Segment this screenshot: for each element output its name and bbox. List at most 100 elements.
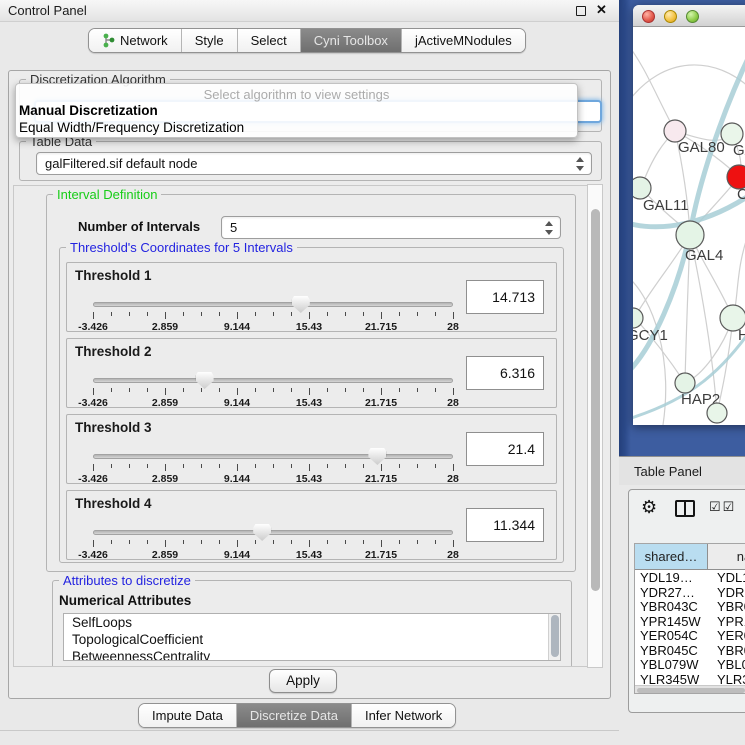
table-row[interactable]: YPR145WYPR1 xyxy=(635,614,745,629)
table-data-combo[interactable]: galFiltered.sif default node xyxy=(36,152,592,175)
threshold-row: Threshold 2 -3.4262.8599.14415.4321.7152… xyxy=(66,338,557,408)
columns-icon[interactable] xyxy=(675,500,695,517)
slider-track[interactable] xyxy=(93,302,453,307)
tab-label: Style xyxy=(195,33,224,48)
tab-infer-network[interactable]: Infer Network xyxy=(352,704,455,727)
numerical-attributes-label: Numerical Attributes xyxy=(59,593,191,608)
float-window-icon[interactable] xyxy=(576,6,586,16)
dropdown-option-equal-width[interactable]: Equal Width/Frequency Discretization xyxy=(19,120,244,135)
apply-button[interactable]: Apply xyxy=(269,669,337,693)
desktop-background: GAL80GACGAL11GAL4GCY1HHAP2 xyxy=(619,0,745,456)
threshold-row: Threshold 3 -3.4262.8599.14415.4321.7152… xyxy=(66,414,557,484)
network-node-label: H xyxy=(738,327,745,344)
table-row[interactable]: YBR045CYBR0 xyxy=(635,643,745,658)
tab-style[interactable]: Style xyxy=(182,29,238,52)
table-row[interactable]: YBR043CYBR0 xyxy=(635,599,745,614)
threshold-label: Threshold 2 xyxy=(75,344,152,359)
list-item[interactable]: TopologicalCoefficient xyxy=(64,631,560,648)
network-node-label: GA xyxy=(733,142,745,159)
tab-label: Impute Data xyxy=(152,708,223,723)
minimize-traffic-light-icon[interactable] xyxy=(664,10,677,23)
tab-label: Select xyxy=(251,33,287,48)
slider-ticks xyxy=(93,540,453,548)
network-node[interactable] xyxy=(676,221,704,249)
close-icon[interactable]: ✕ xyxy=(596,2,607,18)
slider-tick-labels: -3.4262.8599.14415.4321.71528 xyxy=(93,321,453,333)
threshold-slider[interactable]: -3.4262.8599.14415.4321.71528 xyxy=(93,525,453,559)
tab-label: jActiveMNodules xyxy=(415,33,512,48)
checkbox-icons[interactable]: ☑☑ xyxy=(709,499,736,515)
threshold-slider[interactable]: -3.4262.8599.14415.4321.71528 xyxy=(93,373,453,407)
slider-ticks xyxy=(93,388,453,396)
table-row[interactable]: YDL19…YDL1 xyxy=(635,570,745,585)
network-window-titlebar[interactable] xyxy=(633,5,745,27)
slider-ticks xyxy=(93,464,453,472)
threshold-row: Threshold 4 -3.4262.8599.14415.4321.7152… xyxy=(66,490,557,560)
slider-thumb[interactable] xyxy=(253,524,271,541)
tab-network[interactable]: Network xyxy=(89,29,182,52)
dropdown-option-manual[interactable]: Manual Discretization xyxy=(19,103,158,118)
bottom-tab-bar: Impute Data Discretize Data Infer Networ… xyxy=(138,703,456,728)
threshold-slider[interactable]: -3.4262.8599.14415.4321.71528 xyxy=(93,449,453,483)
tab-label: Discretize Data xyxy=(250,708,338,723)
right-section: GAL80GACGAL11GAL4GCY1HHAP2 Table Panel ⚙… xyxy=(619,0,745,745)
slider-tick-labels: -3.4262.8599.14415.4321.71528 xyxy=(93,397,453,409)
close-traffic-light-icon[interactable] xyxy=(642,10,655,23)
table-row[interactable]: YER054CYER0 xyxy=(635,628,745,643)
table-panel-title: Table Panel xyxy=(634,464,702,479)
threshold-label: Threshold 3 xyxy=(75,420,152,435)
slider-thumb[interactable] xyxy=(196,372,214,389)
threshold-row: Threshold 1 -3.4262.8599.14415.4321.7152… xyxy=(66,262,557,332)
network-node[interactable] xyxy=(707,403,727,423)
slider-track[interactable] xyxy=(93,530,453,535)
table-row[interactable]: YLR345WYLR3 xyxy=(635,672,745,687)
network-canvas[interactable]: GAL80GACGAL11GAL4GCY1HHAP2 xyxy=(633,27,745,425)
list-item[interactable]: SelfLoops xyxy=(64,614,560,631)
zoom-traffic-light-icon[interactable] xyxy=(686,10,699,23)
number-of-intervals-value: 5 xyxy=(230,220,237,235)
algorithm-dropdown: Select algorithm to view settings Manual… xyxy=(15,83,578,138)
network-view-window[interactable]: GAL80GACGAL11GAL4GCY1HHAP2 xyxy=(633,5,745,425)
network-node[interactable] xyxy=(675,373,695,393)
slider-ticks xyxy=(93,312,453,320)
column-header-name[interactable]: name xyxy=(708,544,745,569)
dropdown-placeholder-option[interactable]: Select algorithm to view settings xyxy=(16,87,577,102)
table-row[interactable]: YDR27…YDR2 xyxy=(635,585,745,600)
interval-definition-title: Interval Definition xyxy=(53,187,161,202)
network-node-label: GCY1 xyxy=(633,327,668,344)
control-panel: Control Panel ✕ Network Style Select Cyn… xyxy=(0,0,619,745)
threshold-value-field[interactable]: 21.4 xyxy=(466,432,544,466)
numerical-attributes-list[interactable]: SelfLoopsTopologicalCoefficientBetweenne… xyxy=(63,613,561,661)
threshold-value-field[interactable]: 14.713 xyxy=(466,280,544,314)
settings-scrollbar[interactable] xyxy=(587,184,603,668)
slider-tick-labels: -3.4262.8599.14415.4321.71528 xyxy=(93,473,453,485)
table-row[interactable]: YBL079WYBL0 xyxy=(635,657,745,672)
threshold-label: Threshold 4 xyxy=(75,496,152,511)
table-panel-header: Table Panel xyxy=(619,456,745,485)
network-node-label: GAL80 xyxy=(678,139,725,156)
control-panel-titlebar: Control Panel ✕ xyxy=(0,0,619,22)
combo-stepper-icon xyxy=(576,157,585,171)
list-item[interactable]: BetweennessCentrality xyxy=(64,648,560,661)
threshold-slider[interactable]: -3.4262.8599.14415.4321.71528 xyxy=(93,297,453,331)
slider-thumb[interactable] xyxy=(292,296,310,313)
slider-track[interactable] xyxy=(93,454,453,459)
number-of-intervals-combo[interactable]: 5 xyxy=(221,216,561,239)
tab-discretize-data[interactable]: Discretize Data xyxy=(237,704,352,727)
table-horizontal-scrollbar[interactable] xyxy=(635,685,745,693)
network-node[interactable] xyxy=(633,177,651,199)
tab-cyni-toolbox[interactable]: Cyni Toolbox xyxy=(301,29,402,52)
tab-label: Cyni Toolbox xyxy=(314,33,388,48)
threshold-value-field[interactable]: 6.316 xyxy=(466,356,544,390)
slider-tick-labels: -3.4262.8599.14415.4321.71528 xyxy=(93,549,453,561)
slider-track[interactable] xyxy=(93,378,453,383)
threshold-value-field[interactable]: 11.344 xyxy=(466,508,544,542)
column-header-shared[interactable]: shared… xyxy=(635,544,708,569)
list-scrollbar[interactable] xyxy=(548,614,560,660)
tab-jactivemnodules[interactable]: jActiveMNodules xyxy=(402,29,525,52)
slider-thumb[interactable] xyxy=(368,448,386,465)
gear-icon[interactable]: ⚙ xyxy=(641,498,657,516)
tab-impute-data[interactable]: Impute Data xyxy=(139,704,237,727)
panel-bottom-edge xyxy=(0,730,619,731)
tab-select[interactable]: Select xyxy=(238,29,301,52)
